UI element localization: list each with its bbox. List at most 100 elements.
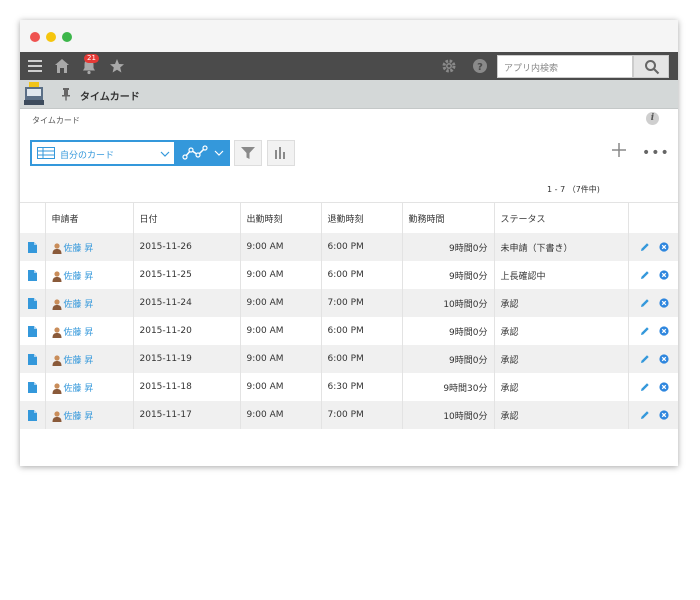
table-row: 佐藤 昇 2015-11-25 9:00 AM 6:00 PM 9時間0分 上長確認中 [20, 261, 678, 289]
applicant-cell[interactable]: 佐藤 昇 [45, 233, 134, 261]
delete-circle-icon[interactable] [659, 242, 669, 252]
record-detail-cell[interactable] [20, 373, 46, 401]
pin-icon[interactable] [60, 87, 72, 101]
gear-icon[interactable] [440, 57, 458, 75]
applicant-link[interactable]: 佐藤 昇 [64, 300, 94, 310]
delete-circle-icon[interactable] [659, 326, 669, 336]
clock-in-cell: 9:00 AM [240, 401, 322, 429]
edit-pencil-icon[interactable] [640, 326, 650, 336]
column-header-status[interactable]: ステータス [494, 202, 629, 233]
document-icon[interactable] [27, 325, 37, 337]
table-row: 佐藤 昇 2015-11-26 9:00 AM 6:00 PM 9時間0分 未申請（下書き… [20, 233, 678, 261]
app-title: タイムカード [80, 92, 140, 103]
work-hours-cell: 9時間0分 [402, 233, 495, 261]
document-icon[interactable] [27, 353, 37, 365]
table-row: 佐藤 昇 2015-11-18 9:00 AM 6:30 PM 9時間30分 承認 [20, 373, 678, 401]
graph-select-button[interactable] [176, 140, 230, 166]
star-icon[interactable] [108, 57, 126, 75]
date-cell: 2015-11-18 [133, 373, 241, 401]
record-detail-cell[interactable] [20, 233, 46, 261]
document-icon[interactable] [27, 297, 37, 309]
document-icon[interactable] [27, 409, 37, 421]
applicant-link[interactable]: 佐藤 昇 [64, 272, 94, 282]
menu-icon[interactable] [26, 57, 44, 75]
applicant-cell[interactable]: 佐藤 昇 [45, 289, 134, 317]
clock-out-cell: 6:00 PM [321, 233, 403, 261]
status-cell: 承認 [494, 345, 629, 373]
delete-circle-icon[interactable] [659, 410, 669, 420]
delete-circle-icon[interactable] [659, 382, 669, 392]
column-header-applicant[interactable]: 申請者 [45, 202, 134, 233]
clock-in-cell: 9:00 AM [240, 289, 322, 317]
clock-out-cell: 6:00 PM [321, 261, 403, 289]
applicant-cell[interactable]: 佐藤 昇 [45, 373, 134, 401]
home-icon[interactable] [53, 57, 71, 75]
record-detail-cell[interactable] [20, 289, 46, 317]
document-icon[interactable] [27, 269, 37, 281]
view-select-label: 自分のカード [60, 151, 115, 161]
record-detail-cell[interactable] [20, 317, 46, 345]
column-header-date[interactable]: 日付 [133, 202, 241, 233]
app-window: 21 ? アプリ内検索 タイムカード タイムカード i 自分のカード ••• 1… [20, 20, 678, 466]
search-icon [645, 60, 660, 75]
edit-pencil-icon[interactable] [640, 354, 650, 364]
applicant-link[interactable]: 佐藤 昇 [64, 356, 94, 366]
table-row: 佐藤 昇 2015-11-19 9:00 AM 6:00 PM 9時間0分 承認 [20, 345, 678, 373]
date-cell: 2015-11-19 [133, 345, 241, 373]
clock-out-cell: 6:00 PM [321, 345, 403, 373]
column-header-clock-out[interactable]: 退勤時刻 [321, 202, 403, 233]
close-window-button[interactable] [30, 32, 40, 42]
user-avatar-icon [52, 382, 61, 394]
user-avatar-icon [52, 354, 61, 366]
search-button[interactable] [633, 55, 669, 78]
minimize-window-button[interactable] [46, 32, 56, 42]
header-spacer [20, 202, 46, 233]
applicant-cell[interactable]: 佐藤 昇 [45, 261, 134, 289]
edit-pencil-icon[interactable] [640, 242, 650, 252]
app-search-input[interactable]: アプリ内検索 [497, 55, 633, 78]
edit-pencil-icon[interactable] [640, 298, 650, 308]
date-cell: 2015-11-25 [133, 261, 241, 289]
help-icon[interactable]: ? [471, 57, 489, 75]
column-header-clock-in[interactable]: 出勤時刻 [240, 202, 322, 233]
edit-pencil-icon[interactable] [640, 410, 650, 420]
record-detail-cell[interactable] [20, 401, 46, 429]
row-actions-cell [628, 233, 678, 261]
document-icon[interactable] [27, 381, 37, 393]
applicant-cell[interactable]: 佐藤 昇 [45, 345, 134, 373]
breadcrumb[interactable]: タイムカード [32, 115, 80, 126]
header-spacer [628, 202, 678, 233]
chart-button[interactable] [267, 140, 295, 166]
work-hours-cell: 9時間0分 [402, 345, 495, 373]
applicant-link[interactable]: 佐藤 昇 [64, 412, 94, 422]
applicant-link[interactable]: 佐藤 昇 [64, 244, 94, 254]
edit-pencil-icon[interactable] [640, 270, 650, 280]
record-detail-cell[interactable] [20, 345, 46, 373]
record-detail-cell[interactable] [20, 261, 46, 289]
notification-badge: 21 [84, 54, 99, 63]
filter-button[interactable] [234, 140, 262, 166]
applicant-cell[interactable]: 佐藤 昇 [45, 317, 134, 345]
applicant-link[interactable]: 佐藤 昇 [64, 328, 94, 338]
delete-circle-icon[interactable] [659, 354, 669, 364]
applicant-link[interactable]: 佐藤 昇 [64, 384, 94, 394]
more-options-icon[interactable]: ••• [642, 145, 670, 161]
column-header-work-hours[interactable]: 勤務時間 [402, 202, 495, 233]
view-select[interactable]: 自分のカード [30, 140, 176, 166]
row-actions-cell [628, 401, 678, 429]
applicant-cell[interactable]: 佐藤 昇 [45, 401, 134, 429]
document-icon[interactable] [27, 241, 37, 253]
delete-circle-icon[interactable] [659, 270, 669, 280]
add-record-icon[interactable] [610, 141, 628, 159]
edit-pencil-icon[interactable] [640, 382, 650, 392]
status-cell: 承認 [494, 401, 629, 429]
clock-in-cell: 9:00 AM [240, 345, 322, 373]
row-actions-cell [628, 345, 678, 373]
delete-circle-icon[interactable] [659, 298, 669, 308]
app-icon [24, 82, 44, 105]
status-cell: 上長確認中 [494, 261, 629, 289]
date-cell: 2015-11-26 [133, 233, 241, 261]
app-header: タイムカード [20, 80, 678, 109]
maximize-window-button[interactable] [62, 32, 72, 42]
info-icon[interactable]: i [646, 112, 659, 125]
